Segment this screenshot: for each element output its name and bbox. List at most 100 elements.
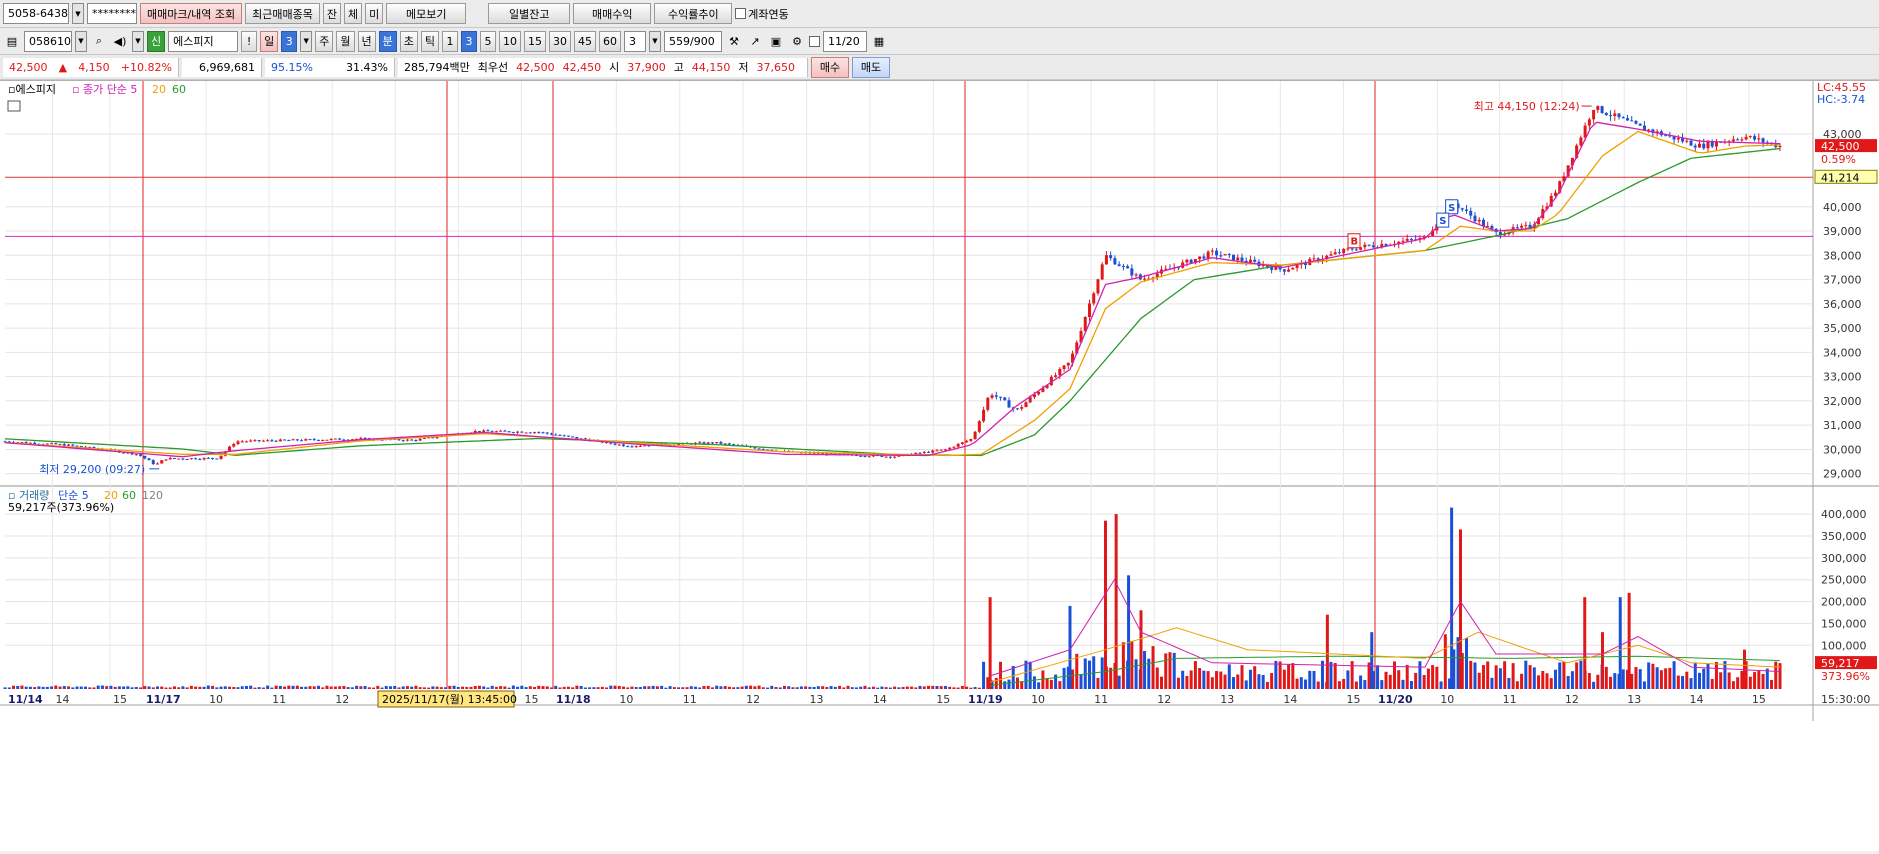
time-tick-label: 12 [1157,693,1171,706]
candle-body [486,430,490,432]
candle-body [524,432,528,434]
alert-button[interactable]: ! [241,30,258,52]
settings-icon[interactable]: ⚙ [788,31,806,52]
candle-body [1329,254,1333,256]
volume-bar [427,687,431,689]
interval-1-button[interactable]: 1 [442,30,458,52]
volume-spike-bar [1459,529,1462,689]
interval-45-button[interactable]: 45 [574,30,596,52]
trade-mark-query-button[interactable]: 매매마크/내역 조회 [140,3,243,24]
volume-bar [473,685,477,689]
candle-body [1291,267,1295,270]
pane-settings-icon [7,100,21,112]
save-icon[interactable]: ▣ [767,31,785,52]
candle-body [1761,138,1765,143]
candle-body [160,460,164,464]
return-trend-button[interactable]: 수익률추이 [654,3,733,24]
volume-bar [804,686,808,689]
stock-code-dropdown[interactable]: ▼ [75,30,87,52]
candle-body [401,440,405,442]
stock-chart-svg[interactable]: 29,000 30,000 31,000 32,000 33,000 34,000 35,0… [0,81,1879,851]
candle-body [1460,208,1464,210]
daily-balance-button[interactable]: 일별잔고 [488,3,571,24]
account-number-field[interactable]: 5058-6438 [3,3,69,24]
period-minute-button[interactable]: 분 [378,30,397,52]
candle-body [295,439,299,441]
volume-bar [757,685,761,689]
balance-button[interactable]: 잔 [322,3,342,24]
volume-bar [232,687,236,689]
interval-15-button[interactable]: 15 [524,30,546,52]
candle-body [414,439,418,441]
period-monthly-button[interactable]: 월 [336,30,355,52]
volume-bar [477,685,481,689]
volume-bar [1507,677,1511,689]
stock-name-field[interactable]: 에스피지 [168,30,239,52]
interval-60-button[interactable]: 60 [599,30,621,52]
volume-bar [770,685,774,689]
volume-spike-bar [1370,632,1374,689]
buy-button[interactable]: 매수 [811,56,849,78]
speaker-dropdown[interactable]: ▼ [132,30,144,52]
draw-tool-icon[interactable]: ↗ [746,31,764,52]
interval-select-dropdown[interactable]: ▼ [649,30,661,52]
period-weekly-button[interactable]: 주 [315,30,334,52]
interval-10-button[interactable]: 10 [499,30,521,52]
chart-menu-icon[interactable]: ▤ [3,31,21,52]
low-price: 37,650 [756,60,795,74]
date-field[interactable]: 11/20 [823,30,867,52]
candle-body [1617,113,1621,118]
volume-bar [249,685,253,689]
period-daily-button[interactable]: 일 [260,30,279,52]
period-count-field[interactable]: 3 [281,30,298,52]
volume-bar [384,686,388,689]
price-tick-label: 43,000 [1823,128,1862,141]
volume-bar [215,687,219,689]
interval-30-button[interactable]: 30 [549,30,571,52]
volume-bar [1727,672,1731,689]
filled-button[interactable]: 체 [344,3,363,24]
unfilled-button[interactable]: 미 [365,3,384,24]
indicator-icon[interactable]: ⚒ [725,31,743,52]
current-price: 42,500 [9,60,48,74]
sell-button[interactable]: 매도 [852,56,890,78]
calendar-icon[interactable]: ▦ [870,31,888,52]
candle-body [1003,397,1007,401]
cursor-time-label: 2025/11/17(월) 13:45:00 [382,693,517,706]
candle-body [999,396,1003,398]
volume-bar [1405,664,1409,689]
search-icon[interactable]: ⌕ [90,31,108,52]
interval-3-button[interactable]: 3 [461,30,477,52]
volume-bar [1477,672,1481,689]
password-field[interactable]: ******** [87,3,137,24]
period-yearly-button[interactable]: 년 [357,30,376,52]
candle-body [418,438,422,441]
interval-5-button[interactable]: 5 [480,30,496,52]
candle-body [75,445,79,447]
trade-profit-button[interactable]: 매매수익 [573,3,652,24]
stock-code-field[interactable]: 058610 [24,30,72,52]
date-checkbox[interactable] [809,35,820,47]
account-link-checkbox-box[interactable] [735,8,747,19]
volume-bar [922,686,926,689]
volume-bar [376,685,380,689]
data-count-field[interactable]: 559 /900 [664,30,722,52]
period-tick-button[interactable]: 틱 [420,30,439,52]
candle-body [965,440,969,443]
volume-bar [651,685,655,689]
account-dropdown[interactable]: ▼ [72,3,84,24]
account-link-checkbox[interactable]: 계좌연동 [735,6,789,22]
speaker-icon[interactable]: ◀) [111,31,129,52]
price-tick-label: 36,000 [1823,298,1862,311]
volume-bar [511,685,515,689]
volume-bar [1566,675,1570,689]
interval-select[interactable]: 3 [624,30,646,52]
memo-view-button[interactable]: 메모보기 [386,3,467,24]
volume-bar [1287,664,1291,689]
candle-body [727,443,731,445]
period-second-button[interactable]: 초 [399,30,418,52]
chart-area[interactable]: 29,000 30,000 31,000 32,000 33,000 34,000 35,0… [0,80,1879,851]
period-count-dropdown[interactable]: ▼ [300,30,313,52]
recent-trades-button[interactable]: 최근매매종목 [245,3,320,24]
volume-bar [1037,682,1041,689]
